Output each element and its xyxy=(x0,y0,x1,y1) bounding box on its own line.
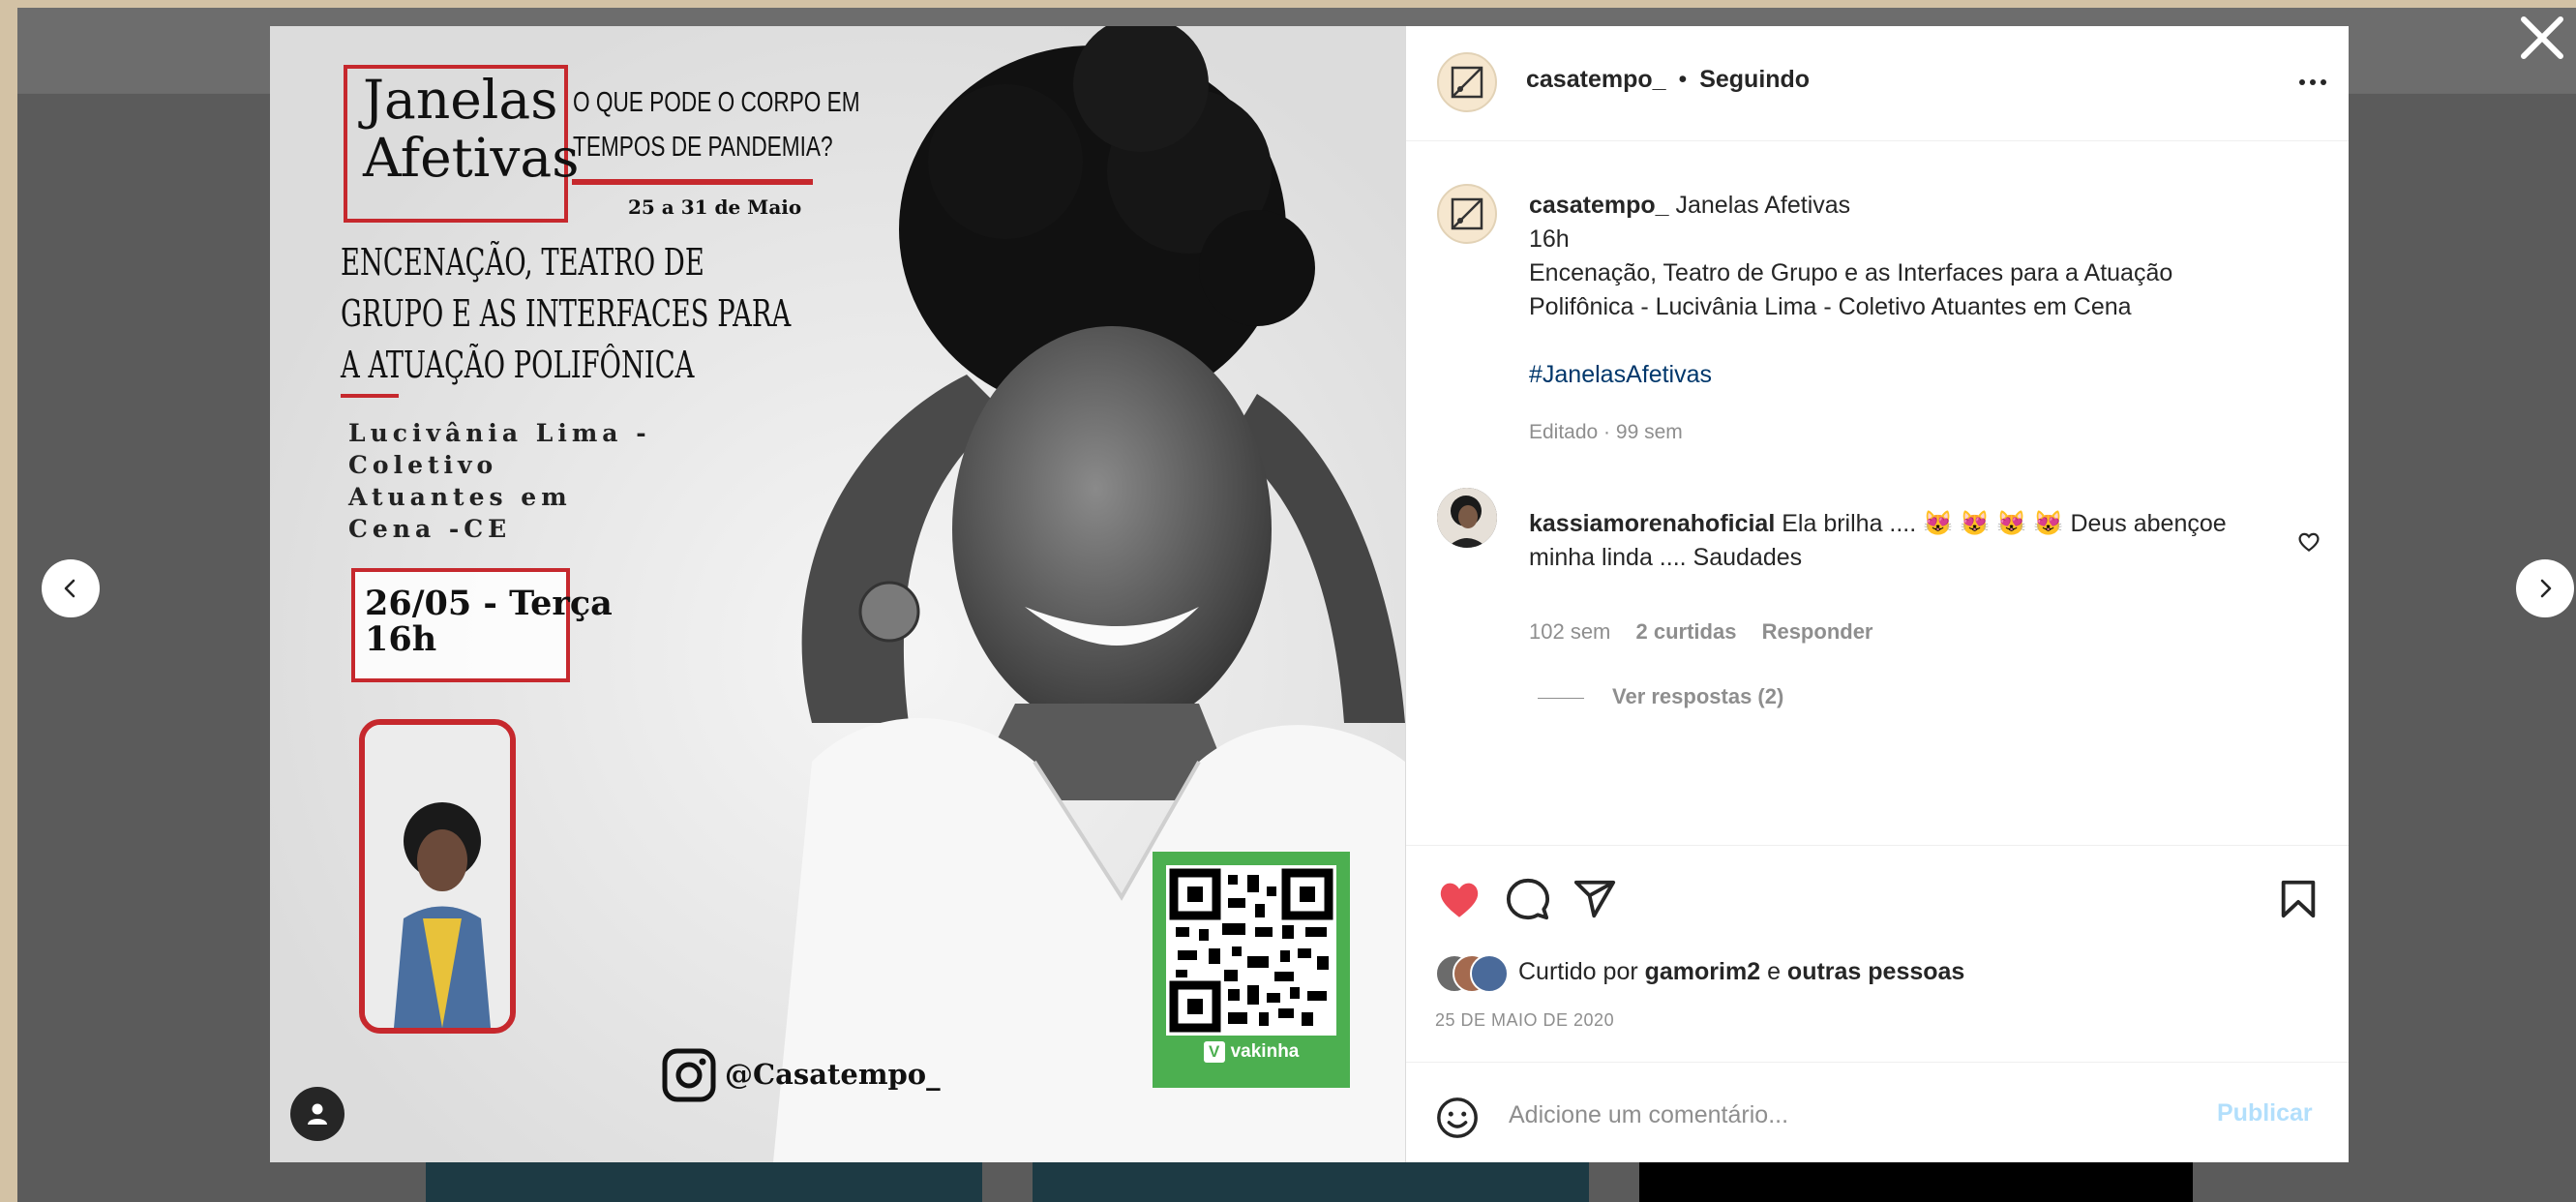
poster-title-line: Janelas xyxy=(363,69,558,131)
poster-heading-line: A ATUAÇÃO POLIFÔNICA xyxy=(341,344,695,386)
comment-input-bar: Publicar xyxy=(1406,1062,2349,1163)
poster-title-line: Afetivas xyxy=(363,127,580,189)
comment-reply-button[interactable]: Responder xyxy=(1762,619,1873,644)
poster-title: Janelas Afetivas xyxy=(363,69,580,189)
follow-status-button[interactable]: Seguindo xyxy=(1699,66,1810,93)
close-button[interactable] xyxy=(2516,12,2568,64)
previous-post-button[interactable] xyxy=(42,559,100,617)
comment-age: 102 sem xyxy=(1529,619,1611,644)
action-bar: Curtido por gamorim2 e outras pessoas 25… xyxy=(1406,845,2349,1096)
poster-accent-line xyxy=(341,394,399,398)
liked-by-prefix: Curtido por xyxy=(1518,958,1638,985)
post-header: casatempo_ • Seguindo xyxy=(1406,26,2349,141)
poster-question-line: O QUE PODE O CORPO EM xyxy=(573,87,860,118)
view-replies-button[interactable]: Ver respostas (2) xyxy=(1612,684,1783,709)
caption-text-line: Encenação, Teatro de Grupo e as Interfac… xyxy=(1529,259,2173,286)
poster-instagram-handle: @Casatempo_ xyxy=(725,1058,941,1091)
post-details-panel: casatempo_ • Seguindo casatempo_ Janelas… xyxy=(1405,26,2349,1162)
post-date[interactable]: 25 DE MAIO DE 2020 xyxy=(1435,1010,1614,1031)
heart-icon xyxy=(1440,883,1479,917)
poster-phone-mockup xyxy=(359,719,516,1034)
user-tag-icon xyxy=(308,1103,327,1125)
poster-speaker-line: Lucivânia Lima - xyxy=(348,419,651,447)
comment-text-line: minha linda .... Saudades xyxy=(1529,544,1803,571)
liked-by-text: Curtido por gamorim2 e outras pessoas xyxy=(1518,958,1964,986)
commenter-photo xyxy=(1437,488,1497,548)
like-button[interactable] xyxy=(1435,875,1483,923)
qr-code-image xyxy=(1166,865,1336,1036)
caption-title: Janelas Afetivas xyxy=(1675,192,1851,219)
share-icon xyxy=(1573,880,1616,918)
casatempo-logo-icon xyxy=(1451,197,1483,230)
poster-speaker-line: Cena -CE xyxy=(348,515,512,543)
caption-username[interactable]: casatempo_ xyxy=(1529,192,1669,219)
chevron-right-icon xyxy=(2540,579,2552,598)
comment: kassiamorenahoficial Ela brilha .... 😻 😻… xyxy=(1529,507,2227,575)
poster-question: O QUE PODE O CORPO EM TEMPOS DE PANDEMIA… xyxy=(573,80,941,169)
poster-qr-code: Vvakinha xyxy=(1153,852,1350,1088)
share-button[interactable] xyxy=(1573,877,1617,921)
background-tile xyxy=(426,1161,982,1202)
caption-text-line: Polifônica - Lucivânia Lima - Coletivo A… xyxy=(1529,293,2132,320)
poster-session-line: 26/05 - Terça xyxy=(365,584,613,623)
phone-photo xyxy=(365,725,510,1028)
background-tile xyxy=(1033,1161,1589,1202)
poster-speaker: Lucivânia Lima - Coletivo Atuantes em Ce… xyxy=(348,417,651,545)
tagged-users-button[interactable] xyxy=(290,1087,344,1141)
caption: casatempo_ Janelas Afetivas 16h Encenaçã… xyxy=(1529,189,2172,392)
account-avatar[interactable] xyxy=(1437,52,1497,112)
poster-dates: 25 a 31 de Maio xyxy=(628,195,802,219)
poster-speaker-line: Atuantes em xyxy=(348,483,572,511)
poster-session: 26/05 - Terça 16h xyxy=(365,586,613,657)
emoji-button[interactable] xyxy=(1435,1096,1480,1140)
poster-heading: ENCENAÇÃO, TEATRO DE GRUPO E AS INTERFAC… xyxy=(341,237,966,391)
heart-outline-icon xyxy=(2298,532,2320,553)
liked-by-others[interactable]: outras pessoas xyxy=(1787,958,1964,985)
caption-edited-info: Editado · 99 sem xyxy=(1529,421,1683,443)
poster-session-line: 16h xyxy=(365,619,437,659)
instagram-icon xyxy=(662,1048,716,1102)
chevron-left-icon xyxy=(64,579,75,598)
separator-dot: • xyxy=(1678,66,1688,93)
poster-question-line: TEMPOS DE PANDEMIA? xyxy=(573,132,833,163)
header-username[interactable]: casatempo_ xyxy=(1526,66,1666,93)
caption-avatar[interactable] xyxy=(1437,184,1497,244)
liked-by-user[interactable]: gamorim2 xyxy=(1645,958,1760,985)
comment-avatar[interactable] xyxy=(1437,488,1497,548)
poster-heading-line: ENCENAÇÃO, TEATRO DE xyxy=(341,241,704,284)
caption-time: 16h xyxy=(1529,225,1570,253)
comment-text-line: Ela brilha .... 😻 😻 😻 😻 Deus abençoe xyxy=(1782,510,2227,537)
header-account-row: casatempo_ • Seguindo xyxy=(1526,66,1810,94)
poster-speaker-line: Coletivo xyxy=(348,451,498,479)
vakinha-logo-icon: V xyxy=(1203,1041,1225,1063)
post-image[interactable]: Janelas Afetivas O QUE PODE O CORPO EM T… xyxy=(270,26,1405,1162)
qr-label: Vvakinha xyxy=(1153,1041,1350,1063)
more-icon xyxy=(2299,79,2326,85)
save-button[interactable] xyxy=(2276,877,2321,921)
more-options-button[interactable] xyxy=(2296,71,2329,94)
background-tile xyxy=(1639,1161,2193,1202)
emoji-icon xyxy=(1437,1097,1478,1138)
comment-likes[interactable]: 2 curtidas xyxy=(1636,619,1737,644)
next-post-button[interactable] xyxy=(2516,559,2574,617)
comment-icon xyxy=(1506,878,1550,920)
comment-like-button[interactable] xyxy=(2296,529,2321,555)
liked-by-conjunction: e xyxy=(1767,958,1781,985)
comment-button[interactable] xyxy=(1506,877,1550,921)
close-icon xyxy=(2521,16,2563,59)
comment-username[interactable]: kassiamorenahoficial xyxy=(1529,510,1775,537)
casatempo-logo-icon xyxy=(1451,66,1483,99)
poster-underline xyxy=(572,179,813,185)
replies-divider xyxy=(1538,698,1584,699)
poster-heading-line: GRUPO E AS INTERFACES PARA xyxy=(341,292,792,335)
liked-by-avatars[interactable] xyxy=(1435,952,1509,993)
caption-hashtag[interactable]: #JanelasAfetivas xyxy=(1529,358,2172,392)
bookmark-icon xyxy=(2281,880,2316,918)
publish-button[interactable]: Publicar xyxy=(2217,1099,2313,1127)
comment-input[interactable] xyxy=(1507,1092,2188,1138)
comment-meta: 102 sem 2 curtidas Responder xyxy=(1529,619,1873,645)
liker-avatar xyxy=(1470,954,1509,993)
qr-label-text: vakinha xyxy=(1230,1041,1300,1062)
post-modal: Janelas Afetivas O QUE PODE O CORPO EM T… xyxy=(270,26,2349,1162)
